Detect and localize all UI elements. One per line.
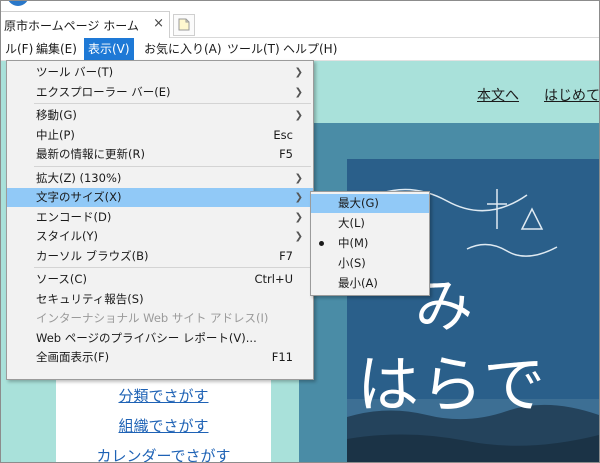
tab-strip: 原市ホームページ ホーム × xyxy=(1,1,599,38)
menu-5[interactable]: ヘルプ(H) xyxy=(279,38,341,60)
text-size-submenu: 最大(G) 大(L) 中(M) 小(S) 最小(A) xyxy=(310,191,430,296)
menu-item-label: インターナショナル Web サイト アドレス(I) xyxy=(36,311,269,325)
menu-item-label: 最新の情報に更新(R) xyxy=(36,147,145,161)
menu-item-label: カーソル ブラウズ(B) xyxy=(36,248,149,263)
text-size-option[interactable]: 最大(G) xyxy=(311,194,429,213)
search-by-organization-link[interactable]: 組織でさがす xyxy=(56,415,271,436)
menu-separator xyxy=(34,165,311,167)
chevron-right-icon: ❯ xyxy=(294,192,303,203)
text-size-option-label: 小(S) xyxy=(338,256,366,270)
text-size-option[interactable]: 中(M) xyxy=(311,234,429,253)
view-menu-item[interactable]: エクスプローラー バー(E) ❯ xyxy=(7,83,313,102)
menu-item-label: 文字のサイズ(X) xyxy=(36,190,122,204)
menu-item-shortcut: F11 xyxy=(271,350,293,364)
chevron-right-icon: ❯ xyxy=(294,67,303,78)
first-time-link[interactable]: はじめて xyxy=(544,85,599,105)
chevron-right-icon: ❯ xyxy=(294,231,303,242)
view-menu-item[interactable]: 最新の情報に更新(R) F5 xyxy=(7,145,313,164)
new-tab-button[interactable] xyxy=(173,14,195,36)
view-menu-item[interactable]: カーソル ブラウズ(B) F7 xyxy=(7,247,313,266)
chevron-right-icon: ❯ xyxy=(294,110,303,121)
selected-bullet-icon xyxy=(319,241,324,246)
chevron-right-icon: ❯ xyxy=(294,86,303,98)
skip-to-content-link[interactable]: 本文へ xyxy=(477,85,519,105)
menu-1[interactable]: 編集(E) xyxy=(32,38,81,60)
view-menu-dropdown: ツール バー(T) ❯ エクスプローラー バー(E) ❯ 移動(G) ❯ 中止(P) Esc 最… xyxy=(6,60,314,380)
menu-item-label: 移動(G) xyxy=(36,108,77,122)
chevron-right-icon: ❯ xyxy=(294,172,303,184)
view-menu-item[interactable]: Web ページのプライバシー レポート(V)... xyxy=(7,329,313,348)
view-menu-item[interactable]: ツール バー(T) ❯ xyxy=(7,63,313,82)
text-size-option-label: 最大(G) xyxy=(338,196,379,210)
hero-title: はらで xyxy=(357,348,548,421)
menu-item-label: Web ページのプライバシー レポート(V)... xyxy=(36,330,257,345)
menu-item-shortcut: F7 xyxy=(279,248,293,263)
menu-item-shortcut: Ctrl+U xyxy=(254,272,293,286)
view-menu-item[interactable]: 文字のサイズ(X) ❯ xyxy=(7,188,313,207)
menu-item-label: セキュリティ報告(S) xyxy=(36,291,144,306)
new-tab-icon xyxy=(178,18,190,31)
tab-title: 原市ホームページ ホーム xyxy=(4,19,139,33)
menu-item-label: 全画面表示(F) xyxy=(36,350,110,364)
search-panel: 分類でさがす 組織でさがす カレンダーでさがす xyxy=(56,377,271,462)
text-size-option[interactable]: 小(S) xyxy=(311,254,429,273)
menu-bar: ル(F) 編集(E) 表示(V) お気に入り(A) ツール(T) ヘルプ(H) xyxy=(1,38,599,61)
view-menu-item[interactable]: エンコード(D) ❯ xyxy=(7,208,313,227)
menu-item-label: スタイル(Y) xyxy=(36,229,98,243)
view-menu-item[interactable]: 全画面表示(F) F11 xyxy=(7,348,313,367)
menu-item-label: エクスプローラー バー(E) xyxy=(36,84,171,99)
menu-4[interactable]: ツール(T) xyxy=(223,38,284,60)
menu-item-shortcut: Esc xyxy=(273,127,293,142)
text-size-option-label: 大(L) xyxy=(338,216,365,230)
menu-item-label: ソース(C) xyxy=(36,272,87,286)
chevron-right-icon: ❯ xyxy=(294,211,303,223)
menu-item-shortcut: F5 xyxy=(279,147,293,161)
search-by-category-link[interactable]: 分類でさがす xyxy=(56,385,271,406)
menu-item-label: 拡大(Z) (130%) xyxy=(36,170,122,185)
view-menu-item[interactable]: 拡大(Z) (130%) ❯ xyxy=(7,169,313,188)
view-menu-item: インターナショナル Web サイト アドレス(I) xyxy=(7,309,313,328)
browser-logo-icon xyxy=(7,1,29,6)
text-size-option[interactable]: 大(L) xyxy=(311,214,429,233)
menu-3[interactable]: お気に入り(A) xyxy=(140,38,226,60)
menu-item-label: ツール バー(T) xyxy=(36,65,114,79)
text-size-option[interactable]: 最小(A) xyxy=(311,274,429,293)
view-menu-item[interactable]: ソース(C) Ctrl+U xyxy=(7,270,313,289)
menu-separator xyxy=(34,103,311,104)
text-size-option-label: 最小(A) xyxy=(338,276,378,290)
view-menu-item[interactable]: セキュリティ報告(S) xyxy=(7,290,313,309)
menu-item-label: エンコード(D) xyxy=(36,209,112,224)
browser-window: 原市ホームページ ホーム × ル(F) 編集(E) 表示(V) お気に入り(A) ツール… xyxy=(0,0,600,463)
close-tab-icon[interactable]: × xyxy=(153,16,164,31)
view-menu-item[interactable]: 移動(G) ❯ xyxy=(7,106,313,125)
text-size-option-label: 中(M) xyxy=(338,236,369,250)
menu-item-label: 中止(P) xyxy=(36,127,75,142)
view-menu-item[interactable]: スタイル(Y) ❯ xyxy=(7,227,313,246)
menu-2[interactable]: 表示(V) xyxy=(84,38,134,60)
view-menu-item[interactable]: 中止(P) Esc xyxy=(7,126,313,145)
search-by-calendar-link[interactable]: カレンダーでさがす xyxy=(56,445,271,462)
menu-separator xyxy=(34,267,311,268)
tab-home[interactable]: 原市ホームページ ホーム × xyxy=(1,11,170,38)
